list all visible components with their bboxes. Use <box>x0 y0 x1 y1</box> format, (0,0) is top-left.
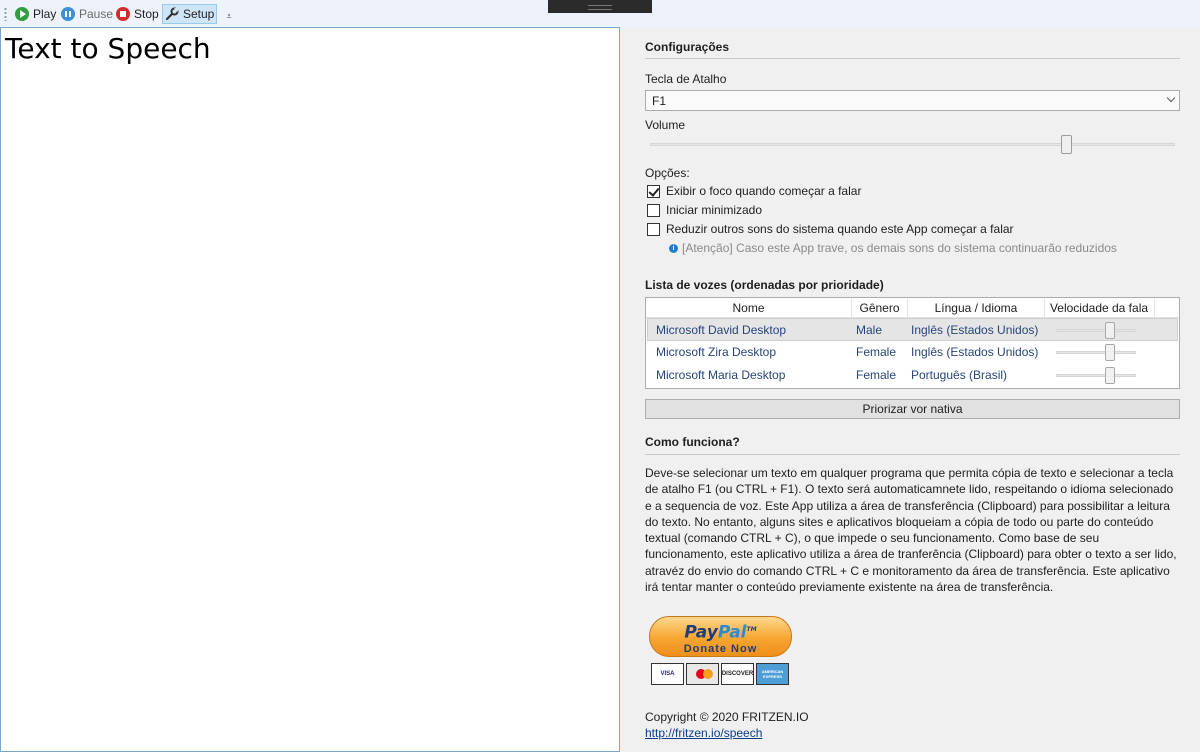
hotkey-value: F1 <box>652 94 667 108</box>
chevron-down-icon <box>1166 93 1176 103</box>
window-drag-handle[interactable] <box>548 0 652 13</box>
speed-slider-thumb[interactable] <box>1105 367 1115 384</box>
pause-button[interactable]: Pause <box>59 4 115 24</box>
text-editor[interactable]: Text to Speech <box>0 27 620 752</box>
volume-slider-track[interactable] <box>650 143 1175 146</box>
option-show-focus-label: Exibir o foco quando começar a falar <box>666 184 862 198</box>
paypal-logo: PayPalTM <box>650 620 791 643</box>
how-it-works-divider <box>645 454 1180 455</box>
option-reduce-sounds-label: Reduzir outros sons do sistema quando es… <box>666 222 1014 236</box>
discover-card-icon: DISCOVER <box>721 663 754 685</box>
option-reduce-sounds[interactable]: Reduzir outros sons do sistema quando es… <box>647 222 1014 236</box>
column-header-speed[interactable]: Velocidade da fala <box>1045 301 1153 315</box>
how-it-works-title: Como funciona? <box>645 435 740 449</box>
voice-language: Português (Brasil) <box>911 368 1008 382</box>
amex-card-icon: AMERICAN EXPRESS <box>756 663 789 685</box>
option-start-minimized-label: Iniciar minimizado <box>666 203 763 217</box>
speed-slider-track[interactable] <box>1056 351 1136 354</box>
toolbar-overflow-button[interactable]: ⩡ <box>225 10 233 22</box>
editor-text: Text to Speech <box>5 32 211 65</box>
voice-gender: Female <box>856 368 897 382</box>
volume-slider-thumb[interactable] <box>1061 135 1073 154</box>
copyright-text: Copyright © 2020 FRITZEN.IO <box>645 710 809 724</box>
pause-label: Pause <box>79 7 114 21</box>
payment-cards: VISA DISCOVER AMERICAN EXPRESS <box>651 663 789 685</box>
voice-row[interactable]: Microsoft Maria Desktop Female Português… <box>647 364 1178 387</box>
paypal-logo-pay: Pay <box>684 622 718 643</box>
how-it-works-description: Deve-se selecionar um texto em qualquer … <box>645 466 1177 595</box>
paypal-donate-button[interactable]: PayPalTM Donate Now <box>649 616 792 657</box>
volume-label: Volume <box>645 118 686 132</box>
column-header-language[interactable]: Língua / Idioma <box>908 301 1044 315</box>
paypal-donate-label: Donate Now <box>683 642 758 655</box>
paypal-logo-pal: Pal <box>717 622 747 643</box>
option-show-focus[interactable]: Exibir o foco quando começar a falar <box>647 184 861 198</box>
voices-table: Nome Gênero Língua / Idioma Velocidade d… <box>645 297 1180 389</box>
voice-language: Inglês (Estados Unidos) <box>911 323 1039 337</box>
prioritize-native-voice-button[interactable]: Priorizar vor nativa <box>645 399 1180 419</box>
voice-name: Microsoft David Desktop <box>656 323 787 337</box>
voices-table-header: Nome Gênero Língua / Idioma Velocidade d… <box>646 298 1179 318</box>
hotkey-label: Tecla de Atalho <box>645 72 727 86</box>
stop-label: Stop <box>134 7 159 21</box>
checkbox-show-focus[interactable] <box>647 184 660 198</box>
voice-row[interactable]: Microsoft Zira Desktop Female Inglês (Es… <box>647 341 1178 364</box>
speed-slider-track[interactable] <box>1056 329 1136 332</box>
column-header-name[interactable]: Nome <box>646 301 851 315</box>
column-divider <box>1154 299 1155 317</box>
settings-title: Configurações <box>645 40 730 54</box>
warning-note: i [Atenção] Caso este App trave, os dema… <box>669 241 1117 255</box>
warning-note-text: [Atenção] Caso este App trave, os demais… <box>682 241 1117 255</box>
speed-slider-track[interactable] <box>1056 374 1136 377</box>
paypal-trademark: TM <box>746 626 757 633</box>
hotkey-select[interactable]: F1 <box>645 90 1180 111</box>
checkbox-start-minimized[interactable] <box>647 203 660 217</box>
play-icon <box>15 7 29 21</box>
column-header-gender[interactable]: Gênero <box>852 301 907 315</box>
options-label: Opções: <box>645 166 690 180</box>
stop-icon <box>116 7 130 21</box>
wrench-icon <box>165 7 179 21</box>
pause-icon <box>61 7 75 21</box>
voice-language: Inglês (Estados Unidos) <box>911 345 1039 359</box>
option-start-minimized[interactable]: Iniciar minimizado <box>647 203 762 217</box>
voices-title: Lista de vozes (ordenadas por prioridade… <box>645 278 884 292</box>
voice-gender: Male <box>856 323 883 337</box>
visa-card-icon: VISA <box>651 663 684 685</box>
voice-row[interactable]: Microsoft David Desktop Male Inglês (Est… <box>647 318 1178 341</box>
play-label: Play <box>33 7 57 21</box>
voice-name: Microsoft Zira Desktop <box>656 345 777 359</box>
checkbox-reduce-sounds[interactable] <box>647 222 660 236</box>
play-button[interactable]: Play <box>13 4 58 24</box>
voice-gender: Female <box>856 345 897 359</box>
setup-button[interactable]: Setup <box>162 4 218 24</box>
info-icon: i <box>669 243 678 253</box>
toolbar-grip[interactable] <box>4 7 7 21</box>
voice-name: Microsoft Maria Desktop <box>656 368 786 382</box>
stop-button[interactable]: Stop <box>114 4 161 24</box>
setup-label: Setup <box>183 7 215 21</box>
website-link[interactable]: http://fritzen.io/speech <box>645 726 762 740</box>
settings-divider <box>645 58 1180 59</box>
speed-slider-thumb[interactable] <box>1105 322 1115 339</box>
speed-slider-thumb[interactable] <box>1105 344 1115 361</box>
mastercard-card-icon <box>686 663 719 685</box>
